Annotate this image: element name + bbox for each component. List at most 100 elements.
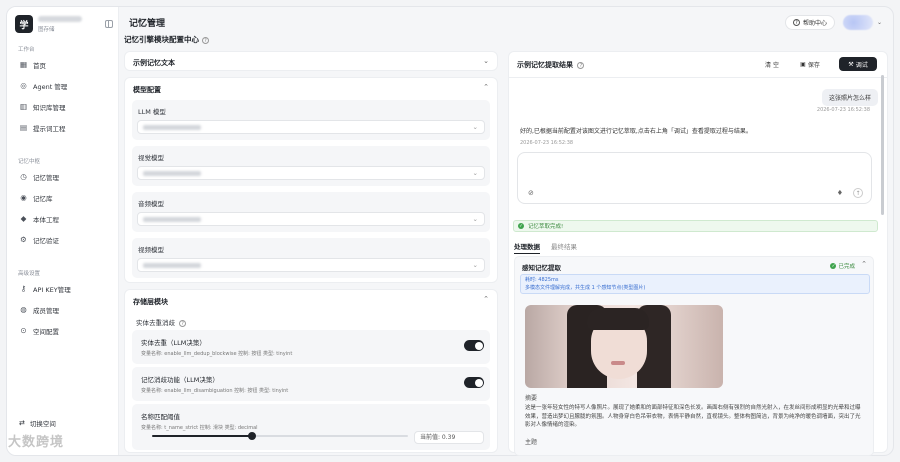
audio-model-select[interactable]: ⌄ bbox=[137, 212, 485, 226]
audio-model-field: 音频模型 ⌄ bbox=[132, 192, 490, 232]
user-message: 这张照片怎么样 bbox=[821, 89, 878, 106]
tab-final-result[interactable]: 最终结果 bbox=[551, 241, 577, 254]
header: 记忆管理 ? 帮助中心 ⌄ bbox=[119, 7, 893, 37]
brand: 学 图存储 bbox=[15, 15, 82, 33]
sidebar-item-memory-store[interactable]: ◉ 记忆库 bbox=[13, 190, 113, 206]
sidebar-item-knowledge[interactable]: ▥ 知识库管理 bbox=[13, 99, 113, 115]
chevron-down-icon[interactable]: ⌄ bbox=[877, 19, 882, 26]
assistant-message: 好的,已根据当前配置对该图文进行记忆萃取,点击右上角「调试」查看提取过程与结果。 bbox=[520, 128, 752, 135]
llm-model-field: LLM 模型 ⌄ bbox=[132, 100, 490, 140]
book-icon: ▥ bbox=[19, 102, 28, 112]
attach-icon[interactable]: ⊘ bbox=[528, 189, 534, 197]
disambiguation-toggle[interactable] bbox=[464, 377, 484, 388]
sample-text-card[interactable]: 示例记忆文本 ⌄ bbox=[124, 51, 498, 71]
switch-space-button[interactable]: ⇄ 切换空间 bbox=[19, 418, 56, 428]
threshold-value-input[interactable]: 当前值: 0.39 bbox=[414, 431, 484, 444]
scrollbar[interactable] bbox=[881, 75, 884, 215]
dedup-section-title: 实体去重消歧 ? bbox=[136, 317, 187, 327]
chevron-up-icon[interactable]: ⌃ bbox=[861, 260, 867, 268]
app-logo: 学 bbox=[15, 15, 33, 33]
nav-group-title: 工作台 bbox=[18, 47, 35, 53]
diamond-icon: ◆ bbox=[20, 214, 27, 224]
save-button[interactable]: ▣ 保存 bbox=[793, 57, 827, 71]
clear-button[interactable]: 清 空 bbox=[759, 57, 785, 71]
sidebar-item-prompt[interactable]: ▤ 提示词工程 bbox=[13, 120, 113, 136]
success-alert: ✓ 记忆萃取完成! bbox=[513, 220, 878, 232]
brand-subtitle: 图存储 bbox=[38, 26, 55, 33]
storage-card: 存储层模块 ⌃ 实体去重消歧 ? 实体去重（LLM决策） 变量名称: enabl… bbox=[124, 289, 498, 453]
perception-info: 耗时: 4825ms 多模态文件理解完成，共生成 1 个感知节点(类型图片) bbox=[520, 274, 870, 294]
chevron-down-icon: ⌄ bbox=[472, 261, 478, 269]
users-icon: ◍ bbox=[20, 305, 27, 315]
status-badge: ✓ 已完成 bbox=[830, 263, 855, 270]
chevron-down-icon: ⌄ bbox=[472, 169, 478, 177]
debug-button[interactable]: ⚒ 调试 bbox=[839, 57, 877, 71]
sidebar-item-memory-verify[interactable]: ⚙ 记忆验证 bbox=[13, 232, 113, 248]
debug-icon: ⚒ bbox=[848, 60, 854, 68]
info-icon[interactable]: ? bbox=[577, 62, 585, 69]
topic-label: 主题 bbox=[525, 439, 538, 446]
clock-icon: ◷ bbox=[20, 172, 27, 182]
card-title: 存储层模块 bbox=[133, 298, 168, 306]
perception-memory-card: 感知记忆提取 ✓ 已完成 ⌃ 耗时: 4825ms 多模态文件理解完成，共生成 1… bbox=[514, 256, 874, 456]
sidebar-item-agent[interactable]: ◎ Agent 管理 bbox=[13, 78, 113, 94]
sidebar-item-home[interactable]: ▦ 首页 bbox=[13, 57, 113, 73]
nav-group-title: 高级设置 bbox=[18, 271, 41, 277]
slider-fill bbox=[152, 435, 252, 437]
vision-model-select[interactable]: ⌄ bbox=[137, 166, 485, 180]
avatar[interactable] bbox=[843, 15, 873, 30]
microphone-icon[interactable]: ♦ bbox=[837, 189, 843, 197]
switch-icon: ⇄ bbox=[19, 419, 25, 427]
user-message-time: 2026-07-23 16:52:38 bbox=[816, 107, 870, 113]
result-title: 示例记忆提取结果 ? bbox=[517, 60, 585, 70]
disambiguation-row: 记忆消歧功能（LLM决策） 变量名称: enable_llm_disambigu… bbox=[132, 367, 490, 401]
send-icon[interactable]: ↑ bbox=[853, 188, 863, 198]
chevron-up-icon[interactable]: ⌃ bbox=[483, 83, 489, 91]
summary-text: 这是一张年轻女性的特写人像照片。展现了她柔和的面部特征和深色长发。画面右侧有强烈… bbox=[525, 405, 861, 428]
gear-icon: ⚙ bbox=[20, 235, 27, 245]
video-model-field: 视频模型 ⌄ bbox=[132, 238, 490, 278]
page-title: 记忆管理 bbox=[129, 19, 166, 29]
llm-model-select[interactable]: ⌄ bbox=[137, 120, 485, 134]
entity-dedup-row: 实体去重（LLM决策） 变量名称: enable_llm_dedup_block… bbox=[132, 330, 490, 364]
chevron-down-icon: ⌄ bbox=[472, 123, 478, 131]
check-icon: ✓ bbox=[830, 263, 837, 269]
slider-thumb[interactable] bbox=[247, 432, 256, 440]
chevron-up-icon[interactable]: ⌃ bbox=[483, 295, 489, 303]
grid-icon: ▦ bbox=[19, 60, 28, 70]
chevron-down-icon[interactable]: ⌄ bbox=[483, 57, 489, 65]
sidebar-item-api-key[interactable]: ⚷ API KEY管理 bbox=[13, 281, 113, 297]
extracted-photo[interactable] bbox=[525, 305, 723, 388]
nav-group-title: 记忆中枢 bbox=[18, 159, 41, 165]
vision-model-field: 视觉模型 ⌄ bbox=[132, 146, 490, 186]
sidebar-item-ontology[interactable]: ◆ 本体工程 bbox=[13, 211, 113, 227]
chevron-down-icon: ⌄ bbox=[472, 215, 478, 223]
brand-name-redacted bbox=[38, 15, 82, 22]
threshold-slider[interactable] bbox=[152, 432, 408, 440]
settings-icon: ⊙ bbox=[20, 326, 27, 336]
model-config-card: 模型配置 ⌃ LLM 模型 ⌄ 视觉模型 ⌄ 音频模型 ⌄ 视频模型 ⌄ bbox=[124, 77, 498, 283]
robot-icon: ◎ bbox=[20, 81, 27, 91]
question-icon: ? bbox=[792, 19, 800, 26]
info-icon[interactable]: ? bbox=[202, 37, 209, 44]
card-title: 模型配置 bbox=[133, 86, 161, 94]
info-icon[interactable]: ? bbox=[179, 320, 187, 327]
sidebar-item-members[interactable]: ◍ 成员管理 bbox=[13, 302, 113, 318]
check-icon: ✓ bbox=[518, 223, 524, 229]
key-icon: ⚷ bbox=[20, 284, 27, 294]
sidebar-collapse-icon[interactable] bbox=[105, 20, 113, 28]
summary-label: 摘要 bbox=[525, 395, 538, 402]
help-center-button[interactable]: ? 帮助中心 bbox=[784, 15, 835, 30]
tab-process-data[interactable]: 处理数据 bbox=[514, 241, 540, 254]
document-icon: ▤ bbox=[19, 123, 28, 133]
assistant-message-time: 2026-07-23 16:52:38 bbox=[520, 140, 574, 146]
video-model-select[interactable]: ⌄ bbox=[137, 258, 485, 272]
config-center-title: 记忆引擎模块配置中心? bbox=[124, 34, 209, 45]
message-composer[interactable]: ⊘ ♦ ↑ bbox=[517, 152, 872, 204]
sidebar-item-space-config[interactable]: ⊙ 空间配置 bbox=[13, 323, 113, 339]
sidebar-item-memory-manage[interactable]: ◷ 记忆管理 bbox=[13, 169, 113, 185]
sidebar: 学 图存储 工作台 ▦ 首页 ◎ Agent 管理 ▥ 知识库管理 ▤ 提示词工程 记忆… bbox=[7, 7, 119, 455]
entity-dedup-toggle[interactable] bbox=[464, 340, 484, 351]
result-tabs: 处理数据 最终结果 bbox=[514, 241, 588, 254]
card-title: 示例记忆文本 bbox=[133, 59, 175, 67]
